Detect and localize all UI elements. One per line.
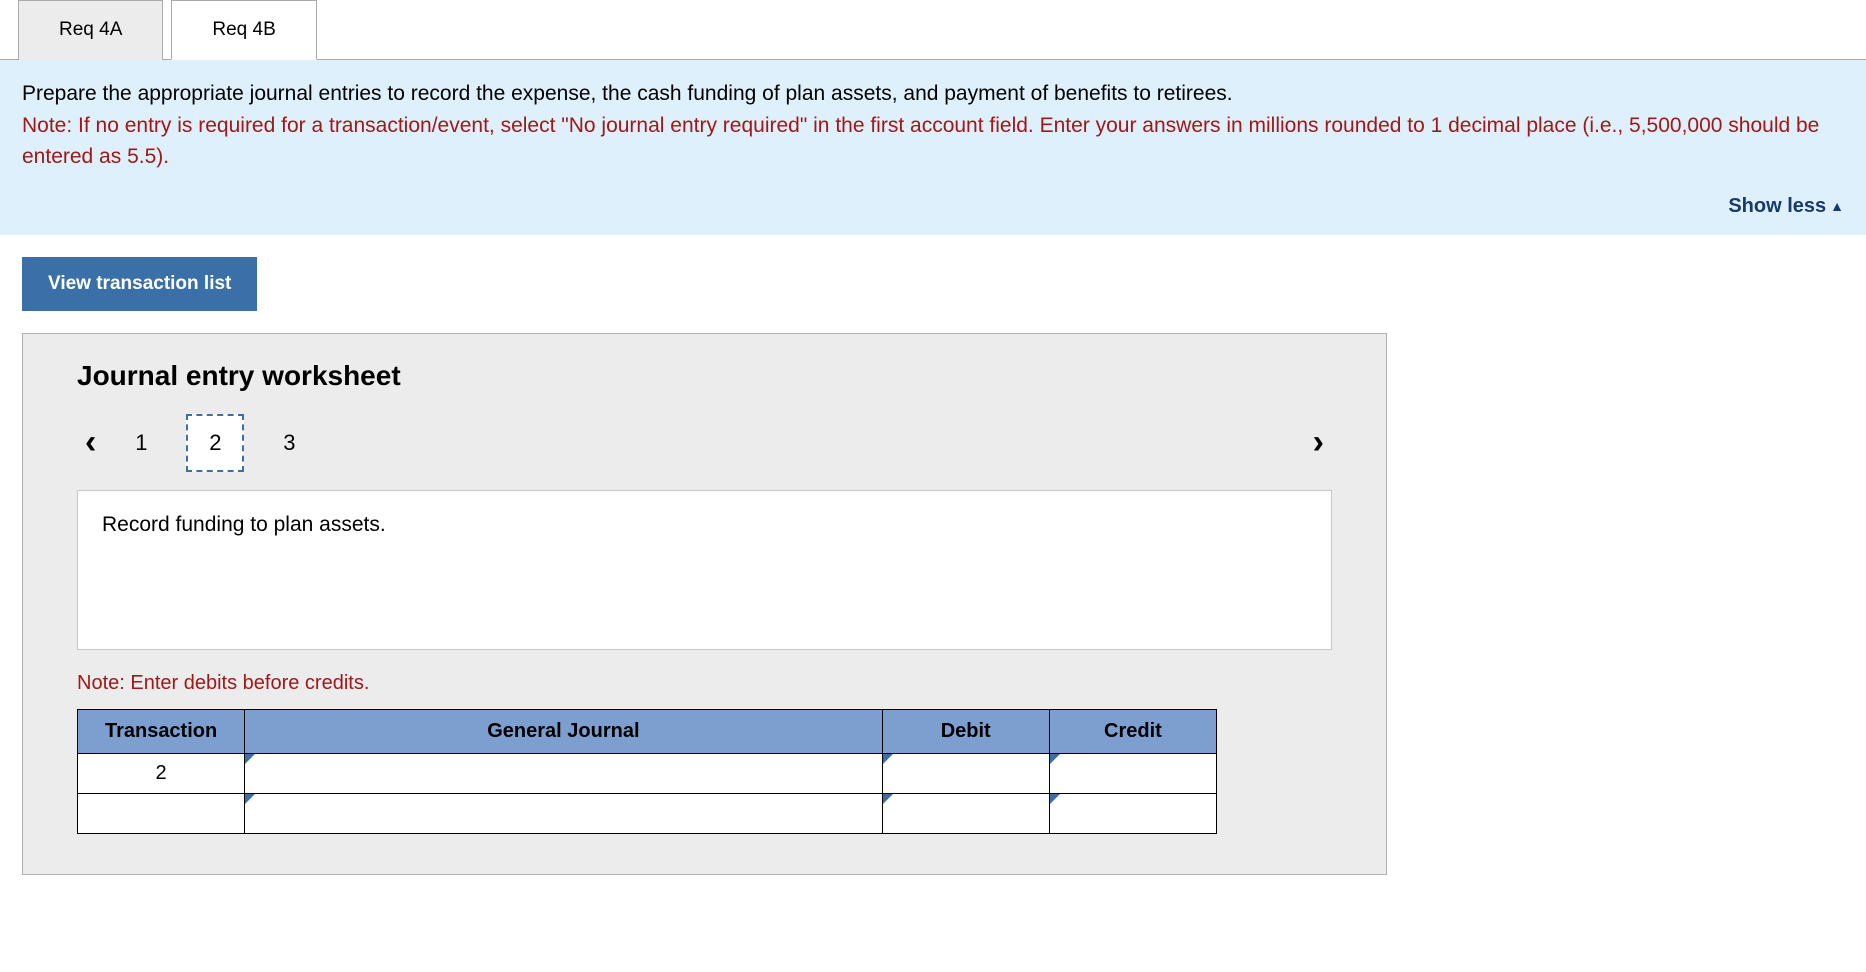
cell-general-journal[interactable] [245, 753, 882, 793]
cell-general-journal[interactable] [245, 793, 882, 833]
entry-description: Record funding to plan assets. [77, 490, 1332, 650]
dropdown-marker-icon [883, 754, 893, 764]
page-3[interactable]: 3 [260, 416, 318, 470]
cell-transaction [78, 793, 245, 833]
cell-debit[interactable] [882, 753, 1049, 793]
table-row: 2 [78, 753, 1217, 793]
cell-credit[interactable] [1049, 793, 1216, 833]
dropdown-marker-icon [1050, 754, 1060, 764]
cell-debit[interactable] [882, 793, 1049, 833]
cell-credit[interactable] [1049, 753, 1216, 793]
dropdown-marker-icon [883, 794, 893, 804]
instructions-panel: Prepare the appropriate journal entries … [0, 60, 1866, 235]
show-less-label: Show less [1728, 195, 1826, 217]
th-transaction: Transaction [78, 709, 245, 753]
th-general-journal: General Journal [245, 709, 882, 753]
dropdown-marker-icon [245, 754, 255, 764]
tabs-bar: Req 4A Req 4B [0, 0, 1866, 60]
debits-credits-note: Note: Enter debits before credits. [77, 672, 1332, 695]
next-arrow-icon[interactable]: › [1305, 423, 1332, 462]
prev-arrow-icon[interactable]: ‹ [77, 423, 104, 462]
caret-up-icon: ▲ [1830, 196, 1844, 217]
dropdown-marker-icon [1050, 794, 1060, 804]
instructions-main: Prepare the appropriate journal entries … [22, 82, 1233, 105]
table-row [78, 793, 1217, 833]
pager: ‹ 1 2 3 › [77, 414, 1332, 472]
page-1[interactable]: 1 [112, 416, 170, 470]
cell-transaction: 2 [78, 753, 245, 793]
page-2[interactable]: 2 [186, 414, 244, 472]
journal-entry-table: Transaction General Journal Debit Credit… [77, 709, 1217, 834]
view-transaction-list-button[interactable]: View transaction list [22, 257, 257, 311]
dropdown-marker-icon [245, 794, 255, 804]
th-debit: Debit [882, 709, 1049, 753]
tab-req-4a[interactable]: Req 4A [18, 0, 163, 60]
tab-req-4b[interactable]: Req 4B [171, 0, 316, 60]
worksheet-title: Journal entry worksheet [77, 360, 1332, 392]
worksheet-panel: Journal entry worksheet ‹ 1 2 3 › Record… [22, 333, 1387, 875]
th-credit: Credit [1049, 709, 1216, 753]
instructions-note: Note: If no entry is required for a tran… [22, 114, 1819, 169]
show-less-toggle[interactable]: Show less▲ [22, 191, 1844, 221]
